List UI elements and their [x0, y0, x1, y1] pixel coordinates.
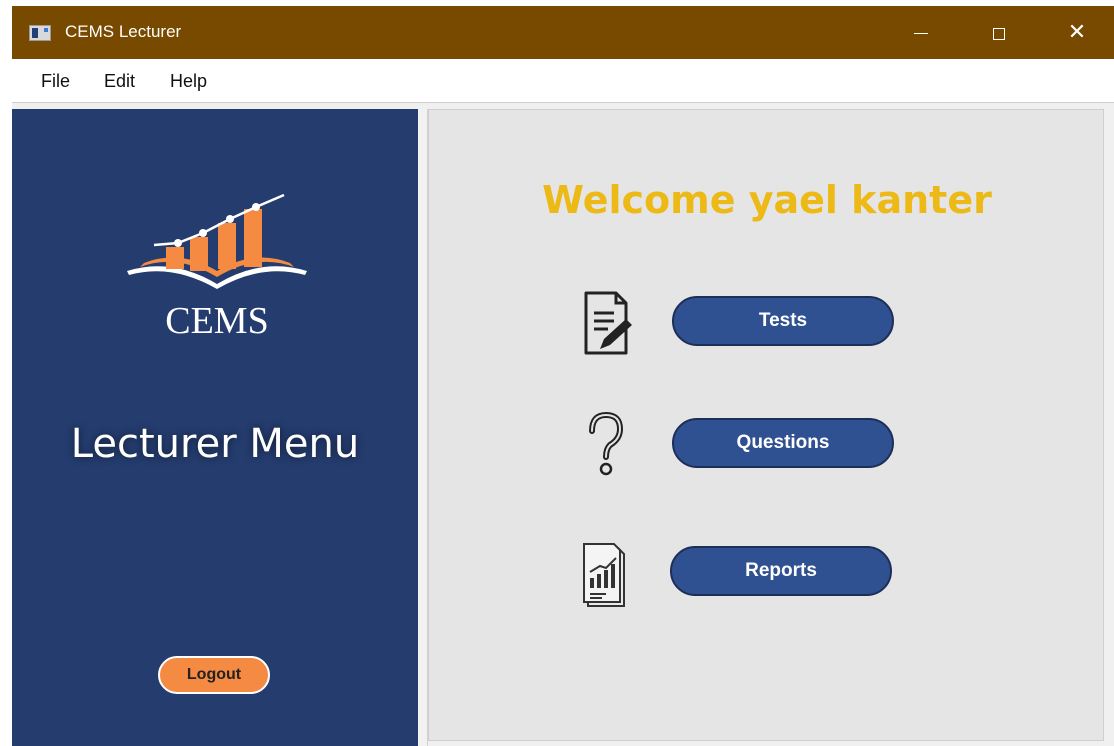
menu-edit[interactable]: Edit: [104, 71, 135, 91]
sidebar: CEMS Lecturer Menu Logout: [12, 109, 418, 746]
menu-file[interactable]: File: [41, 71, 70, 91]
reports-button[interactable]: Reports: [670, 546, 892, 596]
close-button[interactable]: ✕: [1042, 6, 1112, 59]
questions-button[interactable]: Questions: [672, 418, 894, 468]
sidebar-title: Lecturer Menu: [70, 421, 360, 467]
logo-chart-book-icon: [127, 193, 307, 289]
maximize-button[interactable]: [964, 6, 1034, 59]
minimize-icon: [914, 33, 928, 34]
app-window: CEMS Lecturer ✕ File Edit Help CEMS Lect…: [12, 6, 1114, 746]
close-icon: ✕: [1067, 20, 1087, 45]
report-chart-icon: [578, 538, 634, 610]
main-panel: Welcome yael kanter Tests Questions Repo…: [428, 109, 1104, 741]
logo-text: CEMS: [165, 300, 269, 342]
app-icon: [29, 25, 51, 41]
cems-logo: CEMS: [122, 189, 312, 342]
menu-help[interactable]: Help: [170, 71, 207, 91]
tests-button[interactable]: Tests: [672, 296, 894, 346]
title-bar[interactable]: CEMS Lecturer ✕: [12, 6, 1114, 59]
menu-bar: File Edit Help: [12, 59, 1114, 103]
question-mark-icon: [578, 409, 634, 481]
maximize-icon: [993, 27, 1005, 40]
split-divider[interactable]: [418, 109, 428, 746]
minimize-button[interactable]: [886, 6, 956, 59]
window-title: CEMS Lecturer: [65, 22, 182, 41]
test-document-icon: [578, 287, 634, 359]
logout-button[interactable]: Logout: [158, 656, 270, 694]
welcome-heading: Welcome yael kanter: [542, 178, 992, 222]
